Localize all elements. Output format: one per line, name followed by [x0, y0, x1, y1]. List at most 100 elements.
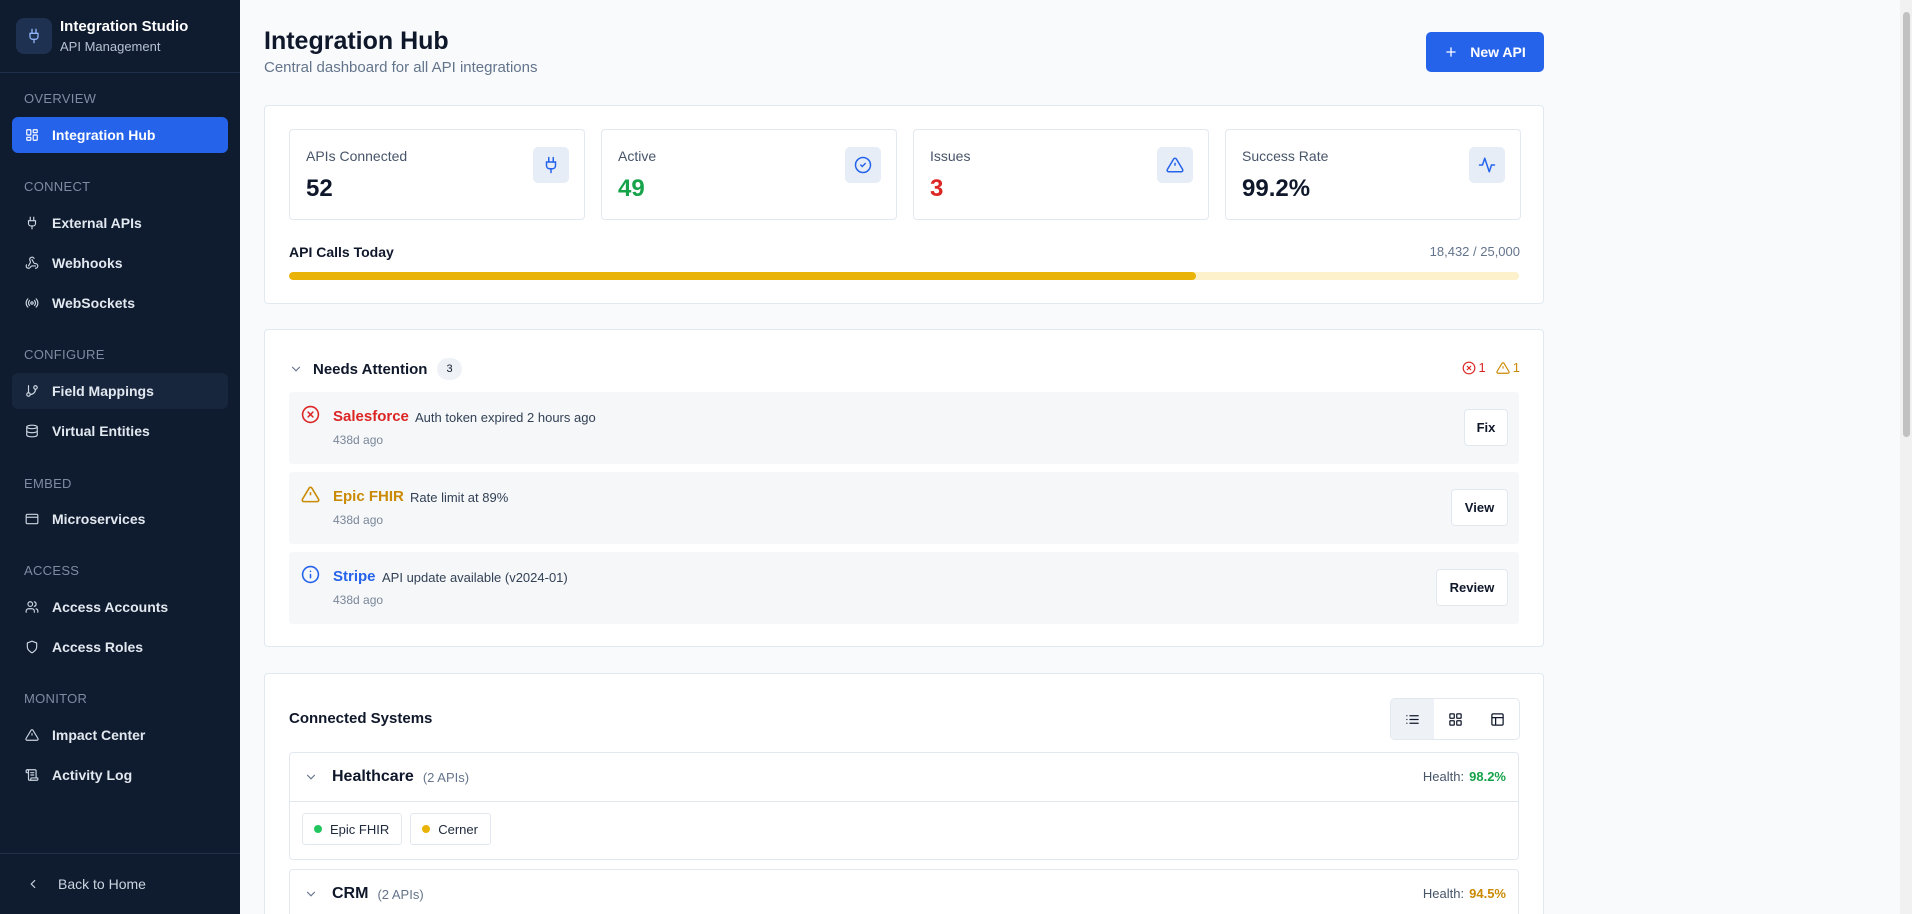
stat-label: Success Rate [1242, 148, 1329, 164]
status-dot [422, 825, 431, 833]
api-chip-label: Epic FHIR [330, 821, 390, 837]
stat-value: 99.2% [1242, 175, 1311, 202]
brand-logo [16, 18, 52, 54]
system-group-crm: CRM (2 APIs) Health: 94.5% [289, 869, 1519, 914]
list-icon [1406, 714, 1419, 724]
chevron-left-icon [30, 879, 36, 889]
sidebar-item-label: Integration Hub [52, 127, 156, 143]
main-content: Integration Hub Central dashboard for al… [240, 0, 1912, 914]
page-scrollbar[interactable] [1900, 0, 1912, 914]
group-count: (2 APIs) [422, 769, 470, 785]
sidebar-item-label: Microservices [52, 511, 146, 527]
brand: Integration Studio API Management [0, 0, 240, 73]
x-circle-icon [301, 405, 320, 424]
alert-name: Stripe [333, 568, 376, 585]
grid-icon [1448, 712, 1462, 726]
alert-triangle-icon [1496, 361, 1510, 374]
sidebar-item-impact-center[interactable]: Impact Center [12, 717, 228, 753]
sidebar-item-virtual-entities[interactable]: Virtual Entities [12, 413, 228, 449]
dashboard-icon [26, 129, 38, 141]
new-api-label: New API [1470, 44, 1526, 60]
sidebar-item-label: Access Accounts [52, 599, 169, 615]
chevron-down-icon [291, 366, 301, 372]
connected-systems-card: Connected Systems Healthcare (2 APIs) He… [264, 673, 1544, 914]
stat-value: 49 [618, 175, 645, 202]
group-name: CRM [332, 885, 369, 902]
view-mode-toggle [1390, 698, 1520, 740]
table-icon [1491, 712, 1504, 726]
stat-icon-box [1469, 147, 1505, 183]
group-count: (2 APIs) [377, 886, 424, 902]
stat-icon-box [1157, 147, 1193, 183]
warning-count: 1 [1512, 360, 1520, 375]
chevron-down-icon [306, 891, 316, 897]
back-to-home-label: Back to Home [58, 876, 146, 892]
system-group-healthcare: Healthcare (2 APIs) Health: 98.2% Epic FH… [289, 752, 1519, 860]
stat-value: 52 [306, 175, 333, 202]
group-header-toggle[interactable]: Healthcare (2 APIs) Health: 98.2% [290, 753, 1518, 801]
alert-time: 438d ago [333, 593, 384, 607]
sidebar-item-websockets[interactable]: WebSockets [12, 285, 228, 321]
sidebar-item-microservices[interactable]: Microservices [12, 501, 228, 537]
sidebar-item-integration-hub[interactable]: Integration Hub [12, 117, 228, 153]
table-view-button[interactable] [1476, 699, 1519, 739]
sidebar-item-activity-log[interactable]: Activity Log [12, 757, 228, 793]
sidebar-item-label: Field Mappings [52, 383, 154, 399]
alert-item-stripe: Stripe API update available (v2024-01) 4… [289, 552, 1519, 624]
back-to-home-button[interactable]: Back to Home [12, 866, 146, 902]
sidebar-item-label: Virtual Entities [52, 423, 150, 439]
plug-icon [545, 156, 557, 174]
sidebar-item-access-roles[interactable]: Access Roles [12, 629, 228, 665]
needs-attention-toggle[interactable]: Needs Attention 3 [289, 356, 462, 382]
alert-name: Salesforce [333, 408, 409, 425]
api-calls-progress [289, 272, 1519, 280]
grid-view-button[interactable] [1434, 699, 1477, 739]
list-view-button[interactable] [1391, 699, 1434, 739]
sidebar-item-access-accounts[interactable]: Access Accounts [12, 589, 228, 625]
alert-item-salesforce: Salesforce Auth token expired 2 hours ag… [289, 392, 1519, 464]
radio-icon [25, 298, 39, 308]
alert-message: Auth token expired 2 hours ago [415, 410, 596, 425]
stat-label: Active [618, 148, 657, 164]
health-label: Health: [1422, 886, 1465, 901]
section-label-access: ACCESS [24, 563, 80, 578]
view-button[interactable]: View [1451, 489, 1508, 526]
alert-name: Epic FHIR [333, 488, 404, 505]
fix-button[interactable]: Fix [1464, 409, 1508, 446]
scrollbar-thumb[interactable] [1903, 12, 1910, 437]
sidebar: Integration Studio API Management OVERVI… [0, 0, 240, 914]
sidebar-item-label: Activity Log [52, 767, 133, 783]
group-header-toggle[interactable]: CRM (2 APIs) Health: 94.5% [290, 870, 1518, 914]
status-dot [314, 825, 322, 833]
database-icon [26, 424, 38, 438]
new-api-button[interactable]: New API [1426, 32, 1544, 72]
stat-icon-box [845, 147, 881, 183]
sidebar-item-external-apis[interactable]: External APIs [12, 205, 228, 241]
review-button[interactable]: Review [1436, 569, 1508, 606]
stat-success-rate: Success Rate 99.2% [1225, 129, 1521, 220]
section-label-embed: EMBED [24, 476, 72, 491]
sidebar-item-label: Webhooks [52, 255, 123, 271]
x-circle-icon [1462, 361, 1475, 374]
sidebar-item-label: WebSockets [52, 295, 135, 311]
brand-title: Integration Studio [60, 18, 189, 35]
page-subtitle: Central dashboard for all API integratio… [264, 59, 538, 76]
api-chip-cerner[interactable]: Cerner [410, 813, 491, 845]
sidebar-item-webhooks[interactable]: Webhooks [12, 245, 228, 281]
error-count: 1 [1478, 360, 1486, 375]
api-calls-value: 18,432 / 25,000 [1429, 244, 1520, 259]
health-value: 98.2% [1469, 769, 1506, 784]
git-branch-icon [26, 385, 38, 397]
shield-icon [26, 640, 38, 654]
needs-attention-count: 3 [437, 358, 462, 380]
scroll-text-icon [25, 769, 39, 781]
info-icon [301, 565, 320, 584]
stat-label: Issues [930, 148, 971, 164]
needs-attention-card: Needs Attention 3 1 1 Salesforce Auth to… [264, 329, 1544, 647]
users-icon [25, 601, 39, 613]
api-chip-epic-fhir[interactable]: Epic FHIR [302, 813, 403, 845]
stat-issues: Issues 3 [913, 129, 1209, 220]
stat-apis-connected: APIs Connected 52 [289, 129, 585, 220]
chevron-down-icon [306, 774, 316, 780]
sidebar-item-field-mappings[interactable]: Field Mappings [12, 373, 228, 409]
